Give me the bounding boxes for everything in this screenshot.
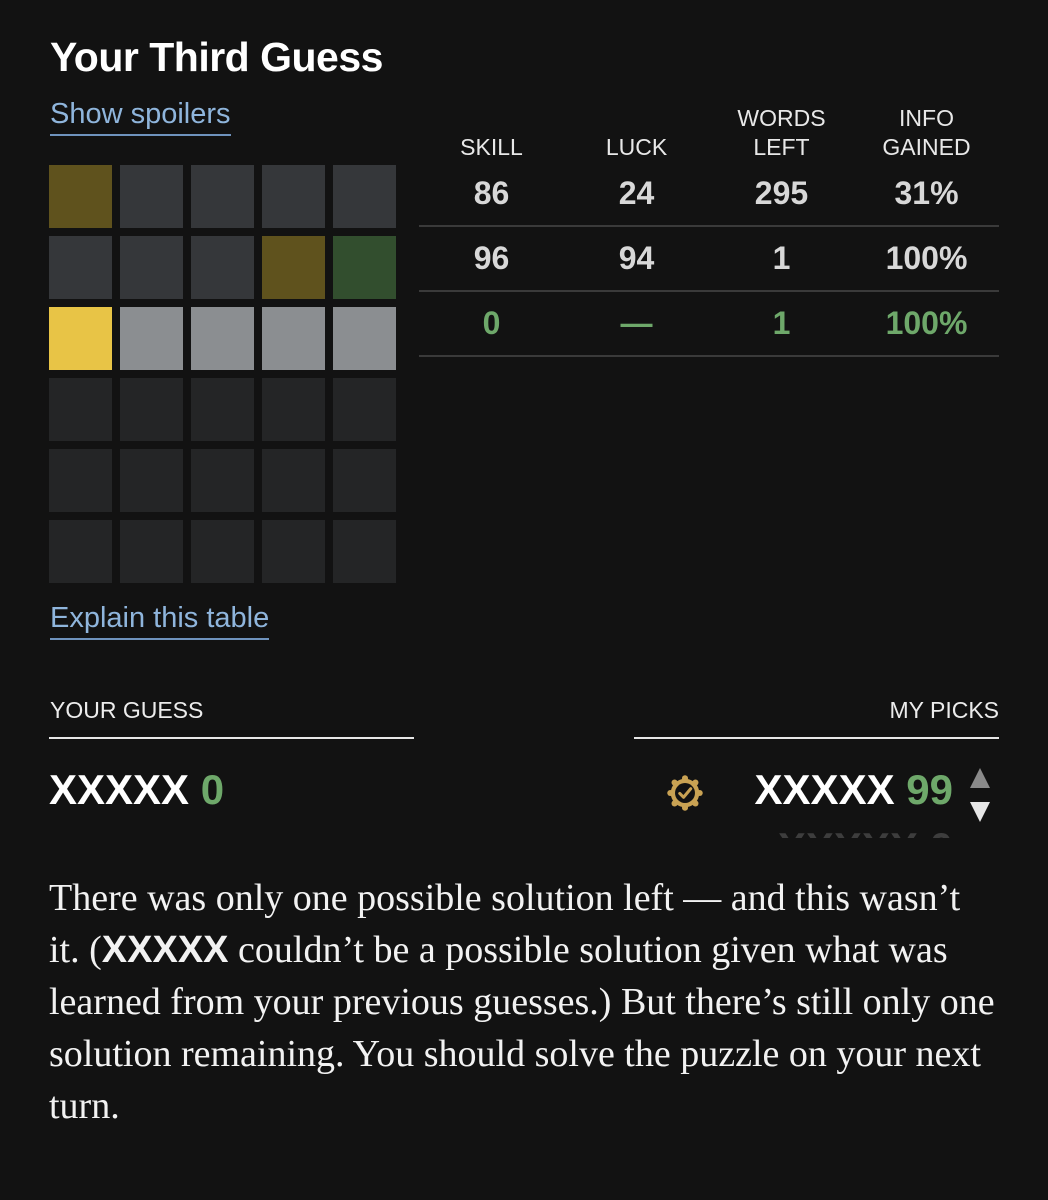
grid-tile-empty [262, 449, 325, 512]
stat-skill: 0 [482, 305, 501, 341]
grid-tile-empty [49, 378, 112, 441]
stat-words-left: 295 [754, 175, 809, 211]
show-spoilers-link[interactable]: Show spoilers [50, 98, 231, 136]
grid-tile-empty [333, 520, 396, 583]
stats-table: Skill Luck Words Left Info Gained 86 24 … [419, 104, 999, 357]
my-picks-list[interactable]: XXXXX 99 XXXXX 0 [634, 760, 999, 838]
stat-skill: 86 [473, 175, 510, 211]
grid-tile-yellow-dim [49, 165, 112, 228]
up-down-arrows-icon[interactable] [965, 764, 995, 826]
my-pick-word: XXXXX [754, 766, 895, 813]
grid-tile-empty [120, 520, 183, 583]
grid-tile-empty [191, 520, 254, 583]
grid-tile-empty [262, 378, 325, 441]
grid-tile-dark [120, 236, 183, 299]
my-pick-next-score: 0 [930, 824, 953, 838]
grid-tile-gray [262, 307, 325, 370]
stat-info-gained: 100% [885, 305, 968, 341]
stats-header-luck: Luck [605, 134, 668, 160]
your-guess-label: YOUR GUESS [50, 697, 204, 723]
grid-tile-gray [333, 307, 396, 370]
grid-tile-empty [120, 378, 183, 441]
stats-row-guess-3: 0 — 1 100% [419, 292, 999, 357]
explain-table-link[interactable]: Explain this table [50, 602, 270, 640]
stat-skill: 96 [473, 240, 510, 276]
grid-tile-dark [191, 165, 254, 228]
explanation-bold-word: XXXXX [101, 929, 229, 971]
stats-header-row: Skill Luck Words Left Info Gained [419, 104, 999, 162]
explanation-text: There was only one possible solution lef… [49, 872, 999, 1132]
checkmark-badge-icon [667, 775, 703, 811]
stats-header-info-gained: Info Gained [882, 105, 971, 160]
grid-tile-gray [120, 307, 183, 370]
grid-tile-empty [191, 449, 254, 512]
grid-tile-dark [333, 165, 396, 228]
grid-tile-dark [191, 236, 254, 299]
stat-luck: 24 [618, 175, 655, 211]
stats-row-guess-1: 86 24 295 31% [419, 162, 999, 227]
your-guess-divider [49, 737, 414, 739]
my-pick-score: 99 [906, 766, 953, 813]
grid-tile-gray [191, 307, 254, 370]
grid-tile-empty [262, 520, 325, 583]
stat-info-gained: 100% [885, 240, 968, 276]
grid-tile-green-dim [333, 236, 396, 299]
page-title: Your Third Guess [50, 34, 383, 80]
stat-words-left: 1 [772, 305, 791, 341]
my-picks-label: MY PICKS [889, 697, 1000, 723]
grid-tile-dark [262, 165, 325, 228]
grid-tile-empty [49, 520, 112, 583]
my-picks-divider [634, 737, 999, 739]
stat-luck: — [620, 305, 653, 341]
grid-tile-empty [333, 378, 396, 441]
grid-tile-empty [191, 378, 254, 441]
my-pick-next-word: XXXXX [778, 824, 918, 838]
my-pick-entry[interactable]: XXXXX 99 [755, 766, 953, 814]
stats-row-guess-2: 96 94 1 100% [419, 227, 999, 292]
grid-tile-dark [120, 165, 183, 228]
grid-tile-yellow [49, 307, 112, 370]
stats-header-skill: Skill [460, 134, 523, 160]
grid-tile-empty [333, 449, 396, 512]
stat-words-left: 1 [772, 240, 791, 276]
grid-tile-empty [120, 449, 183, 512]
grid-tile-yellow-dim [262, 236, 325, 299]
guess-grid [49, 165, 396, 583]
stat-luck: 94 [618, 240, 655, 276]
grid-tile-dark [49, 236, 112, 299]
your-guess-word: XXXXX [49, 766, 190, 813]
stats-header-words-left: Words Left [737, 105, 826, 160]
my-pick-next-entry[interactable]: XXXXX 0 [778, 824, 953, 838]
stat-info-gained: 31% [894, 175, 959, 211]
your-guess-entry: XXXXX 0 [49, 766, 224, 814]
your-guess-score: 0 [200, 766, 225, 813]
grid-tile-empty [49, 449, 112, 512]
